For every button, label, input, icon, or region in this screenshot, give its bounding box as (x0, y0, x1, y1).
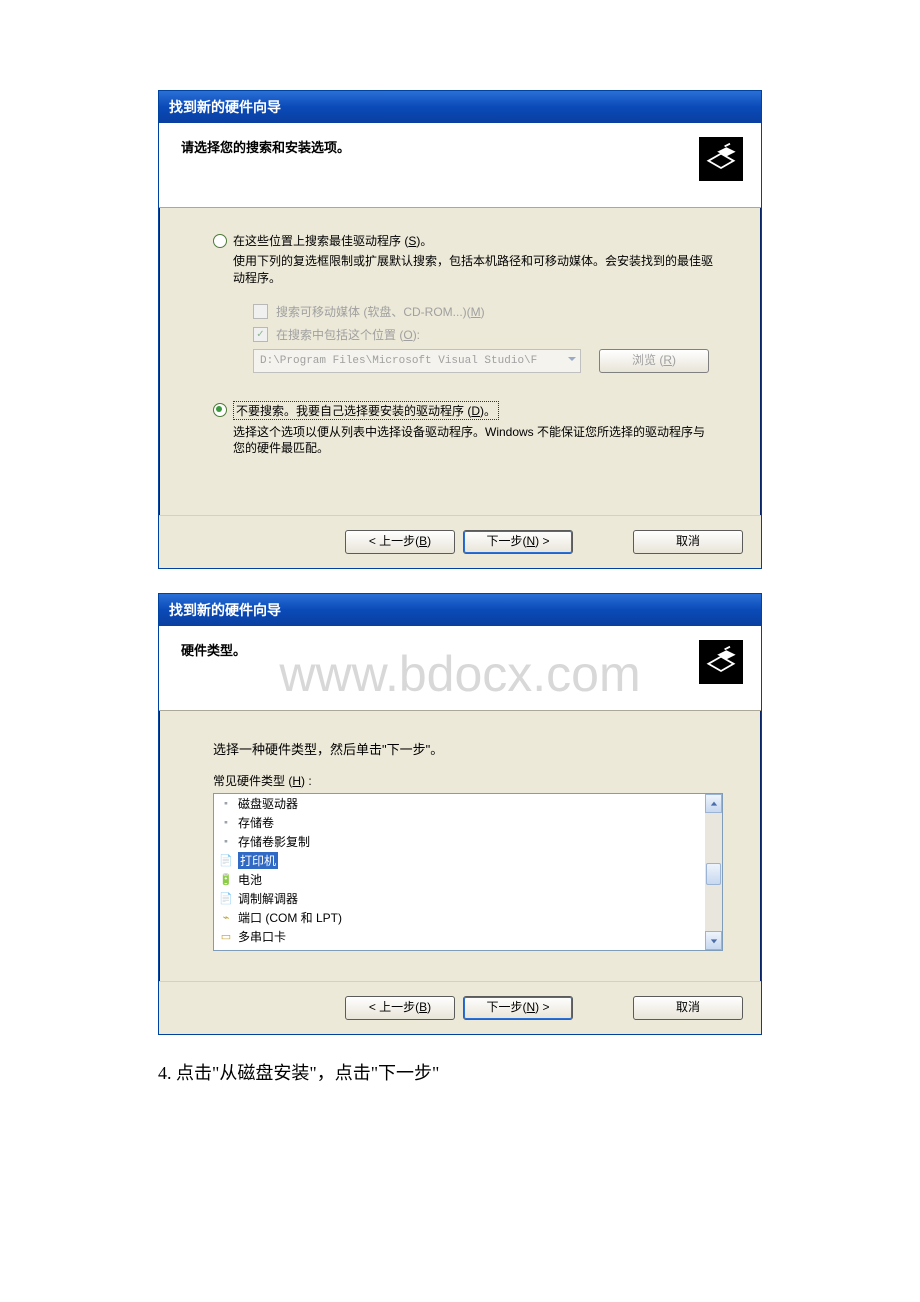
radio-dont-search-desc: 选择这个选项以便从列表中选择设备驱动程序。Windows 不能保证您所选择的驱动… (233, 424, 713, 458)
device-icon: 🞍 (218, 816, 234, 830)
hardware-icon (699, 640, 743, 684)
dialog-body: 选择一种硬件类型，然后单击"下一步"。 常见硬件类型 (H) : 🞍磁盘驱动器🞍… (159, 711, 761, 981)
list-item-label: 端口 (COM 和 LPT) (238, 909, 342, 926)
scroll-thumb[interactable] (706, 863, 721, 885)
dialog-title: 找到新的硬件向导 (159, 594, 761, 626)
dialog-header: 请选择您的搜索和安装选项。 (159, 123, 761, 208)
hardware-icon (699, 137, 743, 181)
list-item-label: 存储卷影复制 (238, 833, 310, 850)
path-combobox: D:\Program Files\Microsoft Visual Studio… (253, 349, 581, 373)
checkbox-include-location: ✓ (253, 327, 268, 342)
list-item-label: 多串口卡 (238, 928, 286, 945)
list-item-label: 打印机 (238, 852, 278, 869)
header-text: 请选择您的搜索和安装选项。 (181, 137, 350, 156)
next-button[interactable]: 下一步(N) > (463, 996, 573, 1020)
list-item[interactable]: ▭ 多串口卡 (214, 927, 705, 946)
radio-search-locations-label: 在这些位置上搜索最佳驱动程序 (S)。 (233, 232, 432, 249)
checkbox-include-location-label: 在搜索中包括这个位置 (O): (276, 326, 420, 343)
radio-search-locations[interactable] (213, 234, 227, 248)
list-item-label: 存储卷 (238, 814, 274, 831)
device-icon: ⌁ (218, 911, 234, 925)
header-text: 硬件类型。 (181, 640, 246, 659)
dialog-title: 找到新的硬件向导 (159, 91, 761, 123)
button-row: < 上一步(B) 下一步(N) > 取消 (159, 981, 761, 1034)
device-icon: 📄 (218, 892, 234, 906)
list-label: 常见硬件类型 (H) : (213, 772, 723, 789)
radio-search-desc: 使用下列的复选框限制或扩展默认搜索，包括本机路径和可移动媒体。会安装找到的最佳驱… (233, 253, 713, 287)
list-item[interactable]: 📄 调制解调器 (214, 889, 705, 908)
step-instruction: 4. 点击"从磁盘安装"，点击"下一步" (158, 1059, 762, 1085)
scrollbar[interactable] (705, 794, 722, 950)
checkbox-removable-media (253, 304, 268, 319)
list-item[interactable]: 🞍 存储卷 (214, 813, 705, 832)
cancel-button[interactable]: 取消 (633, 996, 743, 1020)
list-item-label: 磁盘驱动器 (238, 795, 298, 812)
radio-dont-search-label: 不要搜索。我要自己选择要安装的驱动程序 (D)。 (233, 401, 499, 420)
button-row: < 上一步(B) 下一步(N) > 取消 (159, 515, 761, 568)
watermark-text: www.bdocx.com (279, 645, 640, 703)
list-item-label: 调制解调器 (238, 890, 298, 907)
scroll-track[interactable] (705, 813, 722, 931)
device-icon: 🔋 (218, 873, 234, 887)
dialog-body: 在这些位置上搜索最佳驱动程序 (S)。 使用下列的复选框限制或扩展默认搜索，包括… (159, 208, 761, 515)
list-item[interactable]: 📄 打印机 (214, 851, 705, 870)
list-item-label: 电池 (238, 871, 262, 888)
back-button[interactable]: < 上一步(B) (345, 996, 455, 1020)
cancel-button[interactable]: 取消 (633, 530, 743, 554)
device-icon: 🞍 (218, 797, 234, 811)
checkbox-removable-media-label: 搜索可移动媒体 (软盘、CD-ROM...)(M) (276, 303, 485, 320)
dialog-header: 硬件类型。 www.bdocx.com (159, 626, 761, 711)
list-item[interactable]: 🔋 电池 (214, 870, 705, 889)
hardware-type-listbox[interactable]: 🞍 磁盘驱动器 🞍 存储卷 🞍 存储卷影复制 📄 打印机 🔋 电池 📄 调制解调器 ⌁ 端口 (COM 和… (213, 793, 723, 951)
radio-dont-search[interactable] (213, 403, 227, 417)
list-item[interactable]: 🞍 存储卷影复制 (214, 832, 705, 851)
list-item[interactable]: ⌁ 端口 (COM 和 LPT) (214, 908, 705, 927)
wizard-dialog-hardware-type: 找到新的硬件向导 硬件类型。 www.bdocx.com 选择一种硬件类型，然后… (158, 593, 762, 1035)
wizard-dialog-search-options: 找到新的硬件向导 请选择您的搜索和安装选项。 在这些位置上搜索最佳驱动程序 (S… (158, 90, 762, 569)
scroll-up-button[interactable] (705, 794, 722, 813)
device-icon: 🞍 (218, 835, 234, 849)
next-button[interactable]: 下一步(N) > (463, 530, 573, 554)
browse-button: 浏览 (R) (599, 349, 709, 373)
scroll-down-button[interactable] (705, 931, 722, 950)
list-item[interactable]: 🞍 磁盘驱动器 (214, 794, 705, 813)
device-icon: ▭ (218, 930, 234, 944)
instruction-text: 选择一种硬件类型，然后单击"下一步"。 (213, 739, 723, 758)
back-button[interactable]: < 上一步(B) (345, 530, 455, 554)
device-icon: 📄 (218, 854, 234, 868)
